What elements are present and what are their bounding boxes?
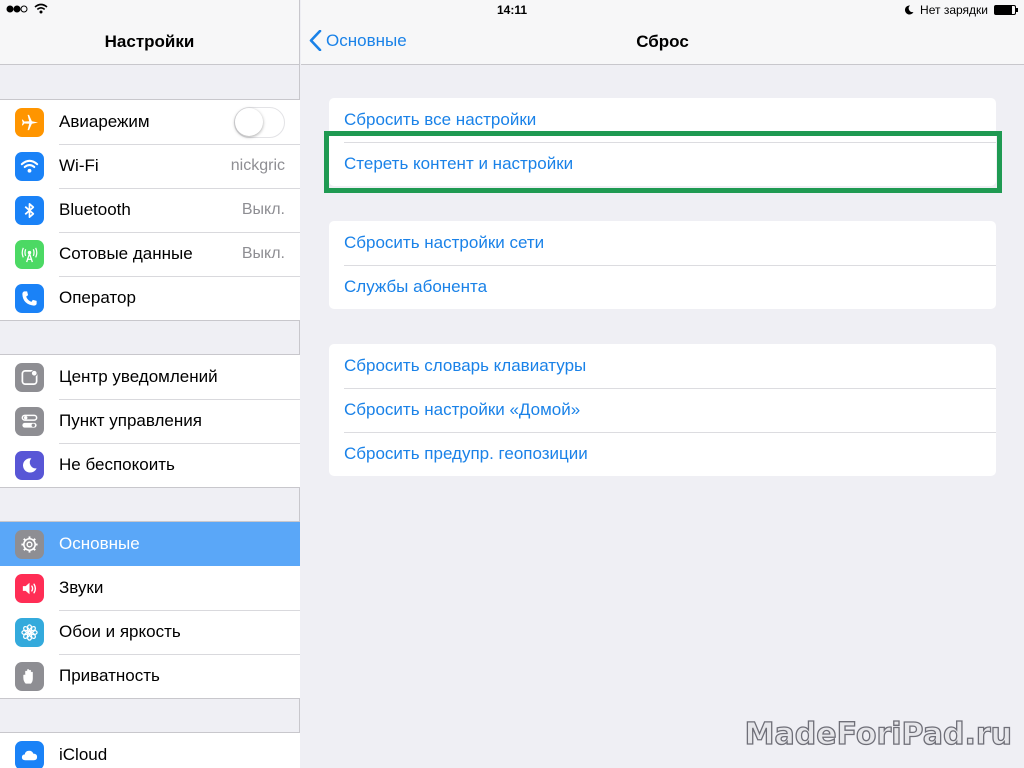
- airplane-mode-toggle[interactable]: [234, 106, 285, 138]
- bluetooth-icon: [15, 195, 44, 225]
- reset-option[interactable]: Сбросить предупр. геопозиции: [329, 432, 996, 476]
- sidebar-item-cloud[interactable]: iCloud: [0, 733, 300, 768]
- settings-group: Авиарежим Wi-Fi nickgric Bluetooth Выкл. Сото…: [0, 99, 300, 321]
- reset-section: Сбросить словарь клавиатуры Сбросить наст…: [329, 344, 996, 476]
- gear-icon: [15, 529, 44, 559]
- sidebar-item-wifi[interactable]: Wi-Fi nickgric: [0, 144, 300, 188]
- reset-option[interactable]: Службы абонента: [329, 265, 996, 309]
- notifications-icon: [15, 362, 44, 392]
- reset-detail-panel: Основные Сброс Сбросить все настройки Сте…: [301, 0, 1024, 768]
- sidebar-item-notifications[interactable]: Центр уведомлений: [0, 355, 300, 399]
- hand-icon: [15, 661, 44, 691]
- sidebar-item-label: Звуки: [59, 578, 104, 597]
- sidebar-item-hand[interactable]: Приватность: [0, 654, 300, 698]
- cloud-icon: [15, 740, 44, 768]
- sidebar-item-speaker[interactable]: Звуки: [0, 566, 300, 610]
- moon-icon: [15, 450, 44, 480]
- sidebar-item-label: Авиарежим: [59, 112, 150, 131]
- settings-sidebar: Настройки Авиарежим Wi-Fi nickgric Bluetoot…: [0, 0, 300, 768]
- sidebar-item-label: Не беспокоить: [59, 455, 175, 474]
- settings-group: Центр уведомлений Пункт управления Не бесп…: [0, 354, 300, 488]
- sidebar-item-label: iCloud: [59, 745, 108, 764]
- charging-status: Нет зарядки: [920, 3, 988, 17]
- phone-icon: [15, 283, 44, 313]
- settings-group: Основные Звуки Обои и яркость Приватность: [0, 521, 300, 699]
- sidebar-item-airplane[interactable]: Авиарежим: [0, 100, 300, 144]
- antenna-icon: [15, 239, 44, 269]
- wifi-icon: [15, 151, 44, 181]
- battery-icon: [994, 5, 1018, 15]
- sidebar-item-label: Центр уведомлений: [59, 367, 218, 386]
- status-time: 14:11: [496, 3, 528, 17]
- toggle-knob: [235, 107, 263, 136]
- speaker-icon: [15, 573, 44, 603]
- reset-option[interactable]: Сбросить все настройки: [329, 98, 996, 142]
- reset-option[interactable]: Сбросить словарь клавиатуры: [329, 344, 996, 388]
- status-bar: 14:11 Нет зарядки: [0, 0, 1024, 20]
- sidebar-item-value: Выкл.: [241, 245, 285, 262]
- sidebar-item-bluetooth[interactable]: Bluetooth Выкл.: [0, 188, 300, 232]
- reset-section: Сбросить все настройки Стереть контент и …: [329, 98, 996, 186]
- page-title: Сброс: [636, 32, 689, 51]
- moon-status-icon: [905, 5, 914, 15]
- sidebar-item-phone[interactable]: Оператор: [0, 276, 300, 320]
- sidebar-item-gear[interactable]: Основные: [0, 522, 300, 566]
- sidebar-item-label: Обои и яркость: [59, 622, 181, 641]
- sidebar-item-flower[interactable]: Обои и яркость: [0, 610, 300, 654]
- sidebar-item-moon[interactable]: Не беспокоить: [0, 443, 300, 487]
- reset-option[interactable]: Сбросить настройки сети: [329, 221, 996, 265]
- control-center-icon: [15, 406, 44, 436]
- settings-group: iCloud: [0, 732, 300, 768]
- sidebar-item-value: nickgric: [230, 157, 285, 174]
- ipad-screen: Настройки Авиарежим Wi-Fi nickgric Bluetoot…: [0, 0, 1024, 768]
- reset-option[interactable]: Сбросить настройки «Домой»: [329, 388, 996, 432]
- sidebar-item-label: Оператор: [59, 288, 136, 307]
- flower-icon: [15, 617, 44, 647]
- sidebar-item-antenna[interactable]: Сотовые данные Выкл.: [0, 232, 300, 276]
- reset-option[interactable]: Стереть контент и настройки: [329, 142, 996, 186]
- sidebar-item-label: Wi-Fi: [59, 156, 99, 175]
- sidebar-item-label: Пункт управления: [59, 411, 202, 430]
- sidebar-title: Настройки: [104, 32, 195, 51]
- sidebar-item-label: Сотовые данные: [59, 244, 193, 263]
- sidebar-item-value: Выкл.: [241, 201, 285, 218]
- airplane-icon: [15, 107, 44, 137]
- sidebar-item-label: Bluetooth: [59, 200, 131, 219]
- reset-section: Сбросить настройки сети Службы абонента: [329, 221, 996, 309]
- sidebar-item-control-center[interactable]: Пункт управления: [0, 399, 300, 443]
- watermark: MadeForiPad.ru: [744, 716, 1013, 752]
- sidebar-item-label: Приватность: [59, 666, 160, 685]
- sidebar-item-label: Основные: [59, 534, 140, 553]
